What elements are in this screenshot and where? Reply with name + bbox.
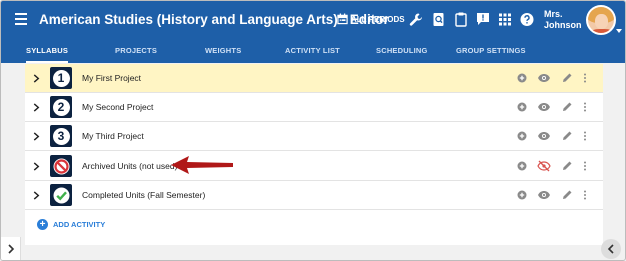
chevron-left-icon bbox=[607, 244, 614, 254]
avatar[interactable] bbox=[586, 5, 616, 35]
add-circle-icon[interactable] bbox=[516, 130, 528, 142]
sidebar-expand-button[interactable] bbox=[1, 237, 21, 260]
tab-activity-list[interactable]: ACTIVITY LIST bbox=[285, 40, 340, 63]
more-vert-icon[interactable] bbox=[582, 160, 588, 172]
eye-icon[interactable] bbox=[537, 130, 551, 142]
teacher-title: Mrs. bbox=[544, 9, 563, 19]
wrench-icon[interactable] bbox=[409, 12, 423, 27]
menu-icon[interactable] bbox=[15, 13, 27, 27]
more-vert-icon[interactable] bbox=[582, 130, 588, 142]
apps-grid-icon[interactable] bbox=[498, 12, 512, 27]
pencil-icon[interactable] bbox=[561, 130, 573, 142]
more-vert-icon[interactable] bbox=[582, 101, 588, 113]
chevron-right-icon[interactable] bbox=[33, 74, 40, 83]
collapse-panel-button[interactable] bbox=[601, 239, 621, 259]
check-icon bbox=[53, 187, 69, 203]
unit-title[interactable]: My First Project bbox=[82, 73, 141, 83]
unit-badge bbox=[50, 155, 72, 177]
teacher-name[interactable]: Mrs. Johnson bbox=[544, 9, 584, 31]
add-activity-button[interactable]: + ADD ACTIVITY bbox=[37, 219, 105, 230]
tab-bar: SYLLABUS PROJECTS WEIGHTS ACTIVITY LIST … bbox=[1, 40, 625, 63]
eye-icon[interactable] bbox=[537, 101, 551, 113]
pencil-icon[interactable] bbox=[561, 101, 573, 113]
teacher-surname: Johnson bbox=[544, 20, 582, 30]
pencil-icon[interactable] bbox=[561, 160, 573, 172]
search-doc-icon[interactable] bbox=[432, 12, 446, 27]
list-item[interactable]: 1 My First Project bbox=[25, 64, 603, 93]
add-circle-icon[interactable] bbox=[516, 189, 528, 201]
chevron-down-icon[interactable] bbox=[616, 29, 622, 33]
periods-label: ALL PERIODS bbox=[351, 14, 405, 24]
unit-title[interactable]: Archived Units (not used) bbox=[82, 161, 177, 171]
badge-number: 1 bbox=[52, 69, 70, 87]
more-vert-icon[interactable] bbox=[582, 72, 588, 84]
tab-projects[interactable]: PROJECTS bbox=[115, 40, 157, 63]
unit-number-badge: 3 bbox=[50, 125, 72, 147]
list-item[interactable]: 2 My Second Project bbox=[25, 93, 603, 122]
chevron-right-icon[interactable] bbox=[33, 191, 40, 200]
add-activity-label: ADD ACTIVITY bbox=[53, 220, 106, 229]
unit-number-badge: 1 bbox=[50, 67, 72, 89]
tab-group-settings[interactable]: GROUP SETTINGS bbox=[456, 40, 526, 63]
pencil-icon[interactable] bbox=[561, 72, 573, 84]
tab-scheduling[interactable]: SCHEDULING bbox=[376, 40, 428, 63]
badge-number: 3 bbox=[52, 127, 70, 145]
chevron-right-icon[interactable] bbox=[33, 132, 40, 141]
list-item[interactable]: Completed Units (Fall Semester) bbox=[25, 181, 603, 210]
periods-selector[interactable]: ALL PERIODS bbox=[337, 13, 405, 25]
add-circle-icon[interactable] bbox=[516, 160, 528, 172]
eye-icon[interactable] bbox=[537, 189, 551, 201]
syllabus-list: 1 My First Project 2 My Second Project 3… bbox=[25, 64, 603, 245]
chevron-right-icon bbox=[8, 244, 15, 254]
tab-weights[interactable]: WEIGHTS bbox=[205, 40, 241, 63]
list-item[interactable]: 3 My Third Project bbox=[25, 122, 603, 151]
pencil-icon[interactable] bbox=[561, 189, 573, 201]
add-circle-icon[interactable] bbox=[516, 72, 528, 84]
chevron-right-icon[interactable] bbox=[33, 162, 40, 171]
top-bar: American Studies (History and Language A… bbox=[1, 1, 625, 40]
add-circle-icon: + bbox=[37, 219, 48, 230]
unit-title[interactable]: Completed Units (Fall Semester) bbox=[82, 190, 205, 200]
tab-syllabus[interactable]: SYLLABUS bbox=[26, 40, 69, 63]
calendar-icon bbox=[337, 13, 348, 25]
more-vert-icon[interactable] bbox=[582, 189, 588, 201]
clipboard-icon[interactable] bbox=[454, 12, 468, 27]
unit-badge bbox=[50, 184, 72, 206]
list-item[interactable]: Archived Units (not used) bbox=[25, 152, 603, 181]
unit-number-badge: 2 bbox=[50, 96, 72, 118]
annotation-arrow-icon bbox=[171, 156, 233, 174]
help-icon[interactable] bbox=[520, 12, 534, 27]
announcement-icon[interactable] bbox=[476, 12, 490, 27]
badge-number: 2 bbox=[52, 98, 70, 116]
no-entry-icon bbox=[53, 158, 69, 174]
eye-icon[interactable] bbox=[537, 72, 551, 84]
unit-title[interactable]: My Third Project bbox=[82, 131, 144, 141]
unit-title[interactable]: My Second Project bbox=[82, 102, 153, 112]
chevron-right-icon[interactable] bbox=[33, 103, 40, 112]
eye-off-icon[interactable] bbox=[537, 160, 551, 172]
app-window: American Studies (History and Language A… bbox=[0, 0, 626, 261]
add-circle-icon[interactable] bbox=[516, 101, 528, 113]
